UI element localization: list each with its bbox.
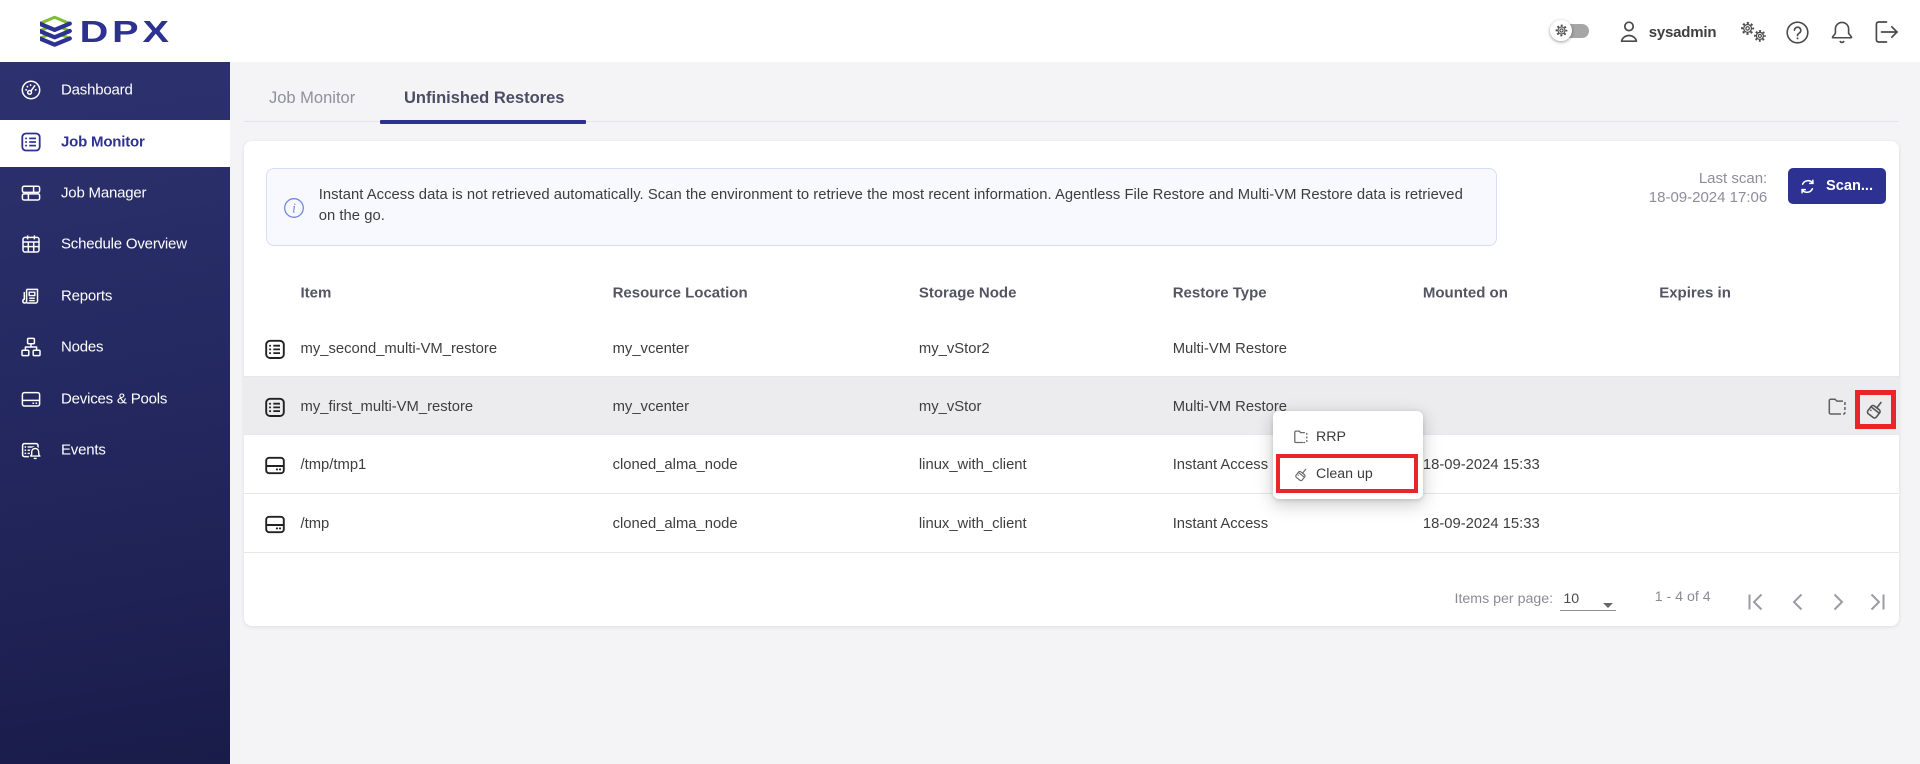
svg-text:i: i [292,201,296,216]
svg-text:DPX: DPX [80,14,173,49]
